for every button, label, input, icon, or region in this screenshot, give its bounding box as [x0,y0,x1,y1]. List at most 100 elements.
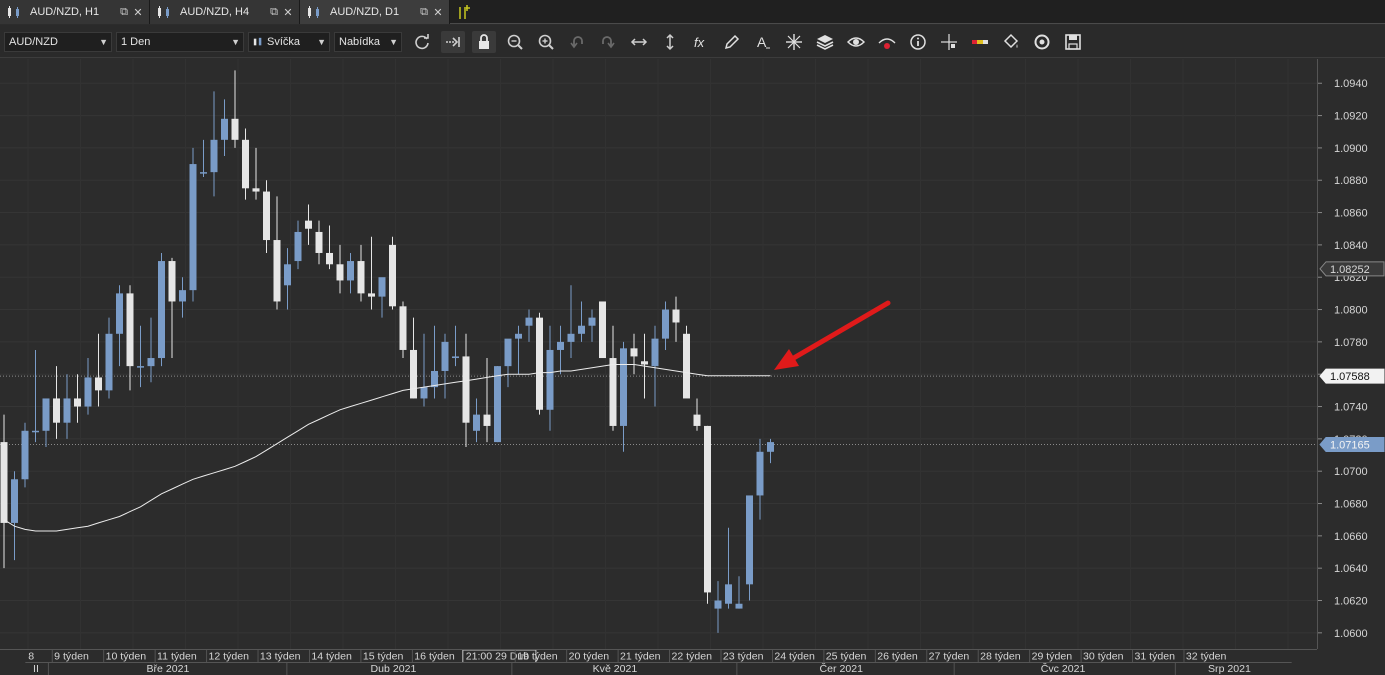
eye-icon[interactable] [844,31,868,53]
candle-body [662,309,669,339]
chevron-down-icon: ▼ [99,37,108,47]
close-icon[interactable]: ✕ [131,6,145,19]
popout-icon[interactable]: ⧉ [117,6,131,19]
candle [756,438,764,520]
tab-label: AUD/NZD, H1 [30,6,100,18]
candle-body [567,333,575,342]
cursor-cross-icon[interactable] [937,31,961,53]
candle-body [11,479,18,523]
lock-icon[interactable] [472,31,496,53]
time-label: 8 [28,651,34,663]
tick-label: 1.0660 [1334,531,1368,543]
undo-icon[interactable] [565,31,589,53]
text-tool-icon[interactable]: A [751,31,775,53]
fit-horizontal-icon[interactable] [627,31,651,53]
candle [735,576,743,609]
paint-bucket-icon[interactable] [999,31,1023,53]
alerts-icon[interactable] [875,31,899,53]
price-chart[interactable] [0,59,1317,649]
candle-body [210,139,218,173]
price-tag: 1.07588 [1319,368,1385,384]
chart-style-value: Svíčka [267,36,301,48]
price-tag: 1.07165 [1319,437,1385,453]
candle-body [105,333,113,391]
redo-icon[interactable] [596,31,620,53]
candle-body [473,414,480,431]
tick-label: 1.0880 [1334,175,1368,187]
refresh-icon[interactable] [410,31,434,53]
tick-label: 1.0860 [1334,208,1368,220]
candle-body [735,603,743,609]
candle [42,398,50,447]
fit-vertical-icon[interactable] [658,31,682,53]
time-label: 14 týden [311,651,352,663]
candle-body [536,317,543,410]
reload-circle-icon[interactable] [1030,31,1054,53]
price-labels: 1.08252 1.07588 1.07165 [1319,261,1385,453]
candle [294,220,302,270]
candle-body [410,349,417,399]
color-bar-icon[interactable] [968,31,992,53]
crosshair-icon[interactable] [782,31,806,53]
menu-select[interactable]: Nabídka ▼ [334,32,402,52]
candle-body [630,348,638,357]
tick-label: 1.0840 [1334,240,1368,252]
time-label: 31 týden [1134,651,1175,663]
candle [53,366,60,439]
candle-body [126,293,134,367]
candles-icon [158,6,169,18]
popout-icon[interactable]: ⧉ [417,6,431,19]
candle-body [242,139,249,189]
candles-icon [8,6,19,18]
time-label: 9 týden [54,651,89,663]
month-label: Čer 2021 [820,662,864,675]
price-axis[interactable]: 1.0600 1.0620 1.0640 1.0660 1.0680 1.0700 1.07… [1317,59,1385,649]
candle-body [53,398,60,423]
tab-aud-nzd-h4[interactable]: AUD/NZD, H4 ⧉ ✕ [150,0,300,24]
svg-text:fx: fx [694,35,705,50]
candle-body [273,240,281,302]
indicators-fx-icon[interactable]: fx [689,31,713,53]
candle-body [137,366,144,368]
zoom-out-icon[interactable] [534,31,558,53]
candle-body [221,118,228,140]
layers-icon[interactable] [813,31,837,53]
candle [357,244,365,302]
chart-style-select[interactable]: Svíčka ▼ [248,32,330,52]
info-icon[interactable] [906,31,930,53]
tab-bar: AUD/NZD, H1 ⧉ ✕ AUD/NZD, H4 ⧉ ✕ AUD/NZD,… [0,0,1385,24]
candle-body [746,495,753,585]
candle [252,147,260,200]
candle-body [368,293,375,297]
candle [347,252,354,294]
candle-body [609,358,617,426]
period-select[interactable]: 1 Den ▼ [116,32,244,52]
tab-aud-nzd-d1[interactable]: AUD/NZD, D1 ⧉ ✕ [300,0,450,24]
candle [672,296,680,342]
candle-body [347,261,354,281]
candle [389,236,396,310]
auto-scroll-icon[interactable] [441,31,465,53]
candle-body [504,338,512,367]
time-axis[interactable]: 8 9 týden 10 týden 11 týden 12 týden 13 týden… [0,649,1317,675]
symbol-select[interactable]: AUD/NZD ▼ [4,32,112,52]
popout-icon[interactable]: ⧉ [267,6,281,19]
price-tag-label: 1.08252 [1330,264,1370,276]
new-chart-icon[interactable] [456,4,472,20]
zoom-in-icon[interactable] [503,31,527,53]
candle-body [557,341,564,350]
save-icon[interactable] [1061,31,1085,53]
candle [105,317,113,399]
time-label: 16 týden [414,651,455,663]
close-icon[interactable]: ✕ [281,6,295,19]
candle [746,495,753,601]
month-label: II [33,663,39,675]
tab-aud-nzd-h1[interactable]: AUD/NZD, H1 ⧉ ✕ [0,0,150,24]
candle-body [32,430,39,433]
time-label: 12 týden [209,651,250,663]
candle-body [599,301,606,359]
candle [95,333,102,407]
close-icon[interactable]: ✕ [431,6,445,19]
pencil-icon[interactable] [720,31,744,53]
month-label: Bře 2021 [146,663,189,675]
